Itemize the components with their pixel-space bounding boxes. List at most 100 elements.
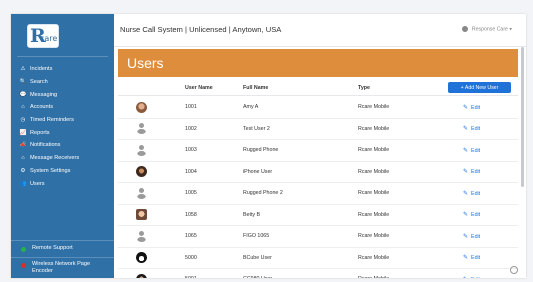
megaphone-icon: 📣: [19, 142, 27, 149]
sidebar-item-notifications[interactable]: 📣 Notifications: [11, 139, 114, 152]
cell-user-name: 5000: [185, 254, 197, 261]
edit-link[interactable]: ✎Edit: [463, 168, 480, 175]
cell-user-name: 1004: [185, 168, 197, 175]
edit-icon: ✎: [463, 212, 469, 219]
edit-label: Edit: [471, 126, 481, 133]
page-header: Users: [118, 49, 518, 77]
user-menu[interactable]: Response Care ▾: [462, 26, 512, 32]
avatar-cell: [118, 209, 164, 221]
table-row[interactable]: 1004 iPhone User Rcare Mobile ✎ Edit: [118, 162, 518, 183]
avatar-cell: [118, 101, 164, 113]
sidebar-item-accounts[interactable]: ⌂ Accounts: [11, 101, 114, 114]
user-icon: [462, 26, 469, 32]
sidebar-item-system-settings[interactable]: ⚙ System Settings: [11, 165, 114, 178]
chevron-down-icon: ▾: [509, 26, 512, 33]
edit-label: Edit: [471, 277, 480, 278]
status-red-dot: [21, 262, 26, 268]
table-row[interactable]: 1065 FIGO 1065 Rcare Mobile ✎ Edit: [118, 226, 518, 248]
sidebar-divider: [17, 56, 108, 57]
avatar: [135, 209, 147, 221]
edit-icon: ✎: [463, 255, 469, 262]
sidebar-item-label: Message Receivers: [30, 155, 80, 162]
add-new-user-button[interactable]: + Add New User: [448, 82, 511, 93]
cell-type: Rcare Mobile: [358, 147, 390, 154]
cell-user-name: 1058: [185, 211, 197, 218]
table-row[interactable]: 5001 CC980 User Rcare Mobile ✎Edit: [118, 269, 518, 278]
main-content: Users User Name Full Name Type + Add New…: [114, 47, 526, 278]
cell-full-name: Betty B: [243, 211, 261, 218]
table-row[interactable]: 1058 Betty B Rcare Mobile ✎ Edit: [118, 205, 518, 226]
table-row[interactable]: 1005 Rugged Phone 2 Rcare Mobile ✎ Edit: [118, 183, 518, 205]
sidebar-item-search[interactable]: 🔍 Search: [11, 76, 114, 89]
messaging-icon: 💬: [19, 91, 27, 98]
cell-type: Rcare Mobile: [358, 276, 389, 278]
sidebar-item-incidents[interactable]: ⚠ Incidents: [11, 63, 114, 76]
cell-full-name: Rugged Phone: [243, 147, 279, 154]
edit-icon: ✎: [463, 126, 469, 133]
col-type: Type: [358, 85, 370, 91]
cell-type: Rcare Mobile: [358, 233, 390, 240]
avatar-cell: [118, 166, 164, 178]
sidebar-item-message-receivers[interactable]: ⌂ Message Receivers: [11, 152, 114, 165]
cell-full-name: Test User 2: [243, 125, 270, 132]
status-wireless-encoder[interactable]: Wireless Network Page Encoder: [21, 261, 101, 275]
cell-type: Rcare Mobile: [358, 254, 390, 261]
edit-link[interactable]: ✎Edit: [463, 276, 480, 278]
cell-full-name: Rugged Phone 2: [243, 190, 283, 197]
avatar-head: [138, 187, 144, 193]
edit-label: Edit: [471, 255, 481, 262]
table-row[interactable]: 1001 Amy A Rcare Mobile ✎ Edit: [118, 97, 518, 119]
sidebar-item-timed-reminders[interactable]: ◷ Timed Reminders: [11, 114, 114, 127]
edit-link[interactable]: ✎Edit: [463, 104, 480, 111]
edit-link[interactable]: ✎Edit: [463, 233, 480, 240]
sidebar-item-label: Accounts: [30, 104, 54, 111]
rcare-logo[interactable]: R care: [27, 24, 59, 48]
edit-link[interactable]: ✎Edit: [463, 125, 480, 132]
home-icon: ⌂: [21, 104, 25, 111]
cell-full-name: Amy A: [243, 104, 259, 111]
sidebar-item-label: Search: [30, 79, 48, 86]
avatar: [136, 187, 147, 199]
edit-link[interactable]: ✎Edit: [463, 190, 480, 197]
clock-icon: ◷: [20, 117, 26, 124]
table-row[interactable]: 5000 BCube User Rcare Mobile ✎ Edit: [118, 248, 518, 269]
settings-corner-icon[interactable]: [510, 266, 518, 274]
edit-link[interactable]: ✎Edit: [463, 254, 480, 261]
avatar: [136, 144, 147, 156]
edit-icon: ✎: [463, 147, 469, 154]
table-row[interactable]: 1003 Rugged Phone Rcare Mobile ✎ Edit: [118, 140, 518, 162]
cell-type: Rcare Mobile: [358, 211, 390, 218]
edit-label: Edit: [471, 147, 481, 154]
cell-user-name: 1065: [185, 233, 197, 240]
avatar-cell: [118, 252, 164, 264]
sidebar: R care ⚠ Incidents 🔍 Search 💬 Messaging ⌂ Accou…: [11, 14, 114, 278]
status-green-dot: [21, 246, 26, 252]
status-remote-support[interactable]: Remote Support: [21, 245, 73, 252]
cell-user-name: 5001: [185, 276, 197, 278]
avatar: [135, 101, 147, 113]
sidebar-item-label: Notifications: [30, 142, 61, 149]
edit-link[interactable]: ✎Edit: [463, 211, 480, 218]
edit-icon: ✎: [463, 104, 469, 111]
sidebar-item-users[interactable]: 👥 Users: [11, 177, 114, 190]
edit-icon: ✎: [463, 233, 469, 240]
avatar: [135, 166, 147, 178]
table-row[interactable]: 1002 Test User 2 Rcare Mobile ✎ Edit: [118, 119, 518, 140]
avatar-cell: [118, 230, 164, 242]
status-label: Wireless Network Page Encoder: [32, 261, 91, 274]
app-window: R care ⚠ Incidents 🔍 Search 💬 Messaging ⌂ Accou…: [11, 14, 526, 278]
cell-full-name: BCube User: [243, 254, 272, 261]
scrollbar[interactable]: [521, 47, 524, 187]
sidebar-item-messaging[interactable]: 💬 Messaging: [11, 88, 114, 101]
receiver-icon: ⌂: [21, 155, 25, 162]
edit-link[interactable]: ✎Edit: [463, 147, 480, 154]
avatar-body: [136, 236, 146, 242]
sidebar-item-reports[interactable]: 📈 Reports: [11, 126, 114, 139]
search-icon: 🔍: [19, 79, 27, 86]
user-label: Response Care: [471, 26, 508, 33]
edit-label: Edit: [471, 233, 481, 240]
cell-user-name: 1002: [185, 125, 197, 132]
users-table: 1001 Amy A Rcare Mobile ✎ Edit 1002 Test User …: [118, 97, 518, 278]
avatar-cell: [118, 187, 164, 199]
avatar: [136, 123, 147, 135]
